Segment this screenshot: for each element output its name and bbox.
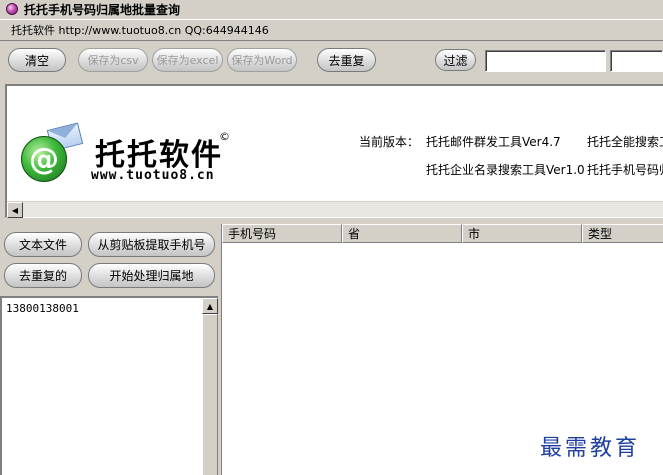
grid-header: 手机号码 省 市 类型: [222, 224, 663, 243]
filter-input-1[interactable]: [485, 50, 606, 72]
text-file-button[interactable]: 文本文件: [4, 232, 82, 257]
numbers-textarea[interactable]: 13800138001 ▲: [0, 296, 218, 475]
scroll-up-arrow-icon[interactable]: ▲: [202, 298, 218, 314]
vertical-scrollbar[interactable]: ▲: [202, 298, 218, 475]
info-text: 托托软件 http://www.tuotuo8.cn QQ:644944146: [11, 24, 269, 37]
filter-input-2[interactable]: [610, 50, 663, 72]
product-link[interactable]: 托托手机号码归: [587, 161, 663, 178]
column-header-city[interactable]: 市: [462, 224, 582, 243]
clipboard-extract-button[interactable]: 从剪贴板提取手机号: [88, 232, 215, 257]
column-header-type[interactable]: 类型: [582, 224, 663, 243]
column-header-phone[interactable]: 手机号码: [222, 224, 342, 243]
info-bar: 托托软件 http://www.tuotuo8.cn QQ:644944146: [0, 19, 663, 41]
dedupe-list-button[interactable]: 去重复的: [4, 263, 82, 288]
banner-panel: @ 托托软件 © www.tuotuo8.cn 当前版本： 托托邮件群发工具Ve…: [5, 84, 663, 218]
scroll-thumb[interactable]: [202, 314, 218, 475]
column-header-province[interactable]: 省: [342, 224, 462, 243]
product-link[interactable]: 托托全能搜索工: [587, 133, 663, 150]
window-title: 托托手机号码归属地批量查询: [24, 2, 181, 17]
toolbar: 清空 保存为csv 保存为excel 保存为Word 去重复 过滤: [0, 42, 663, 80]
product-link[interactable]: 托托邮件群发工具Ver4.7: [426, 133, 561, 150]
app-icon: [6, 3, 18, 15]
scroll-left-arrow-icon[interactable]: ◀: [7, 202, 23, 218]
save-word-button[interactable]: 保存为Word: [227, 48, 297, 72]
dedupe-button[interactable]: 去重复: [317, 48, 376, 72]
watermark-text: 最需教育: [540, 436, 641, 461]
copyright-mark: ©: [219, 130, 230, 143]
brand-url: www.tuotuo8.cn: [91, 168, 215, 183]
left-panel: 文本文件 从剪贴板提取手机号 去重复的 开始处理归属地 13800138001 …: [0, 224, 220, 475]
version-label: 当前版本：: [359, 135, 420, 149]
clear-button[interactable]: 清空: [8, 48, 66, 72]
at-mail-logo-icon: @: [21, 136, 67, 182]
horizontal-scrollbar[interactable]: ◀: [7, 201, 663, 218]
save-excel-button[interactable]: 保存为excel: [152, 48, 223, 72]
product-link[interactable]: 托托企业名录搜索工具Ver1.0: [426, 161, 585, 178]
title-bar: 托托手机号码归属地批量查询: [0, 0, 663, 18]
start-process-button[interactable]: 开始处理归属地: [88, 263, 215, 288]
save-csv-button[interactable]: 保存为csv: [78, 48, 148, 72]
filter-button[interactable]: 过滤: [435, 49, 476, 71]
numbers-text: 13800138001: [6, 302, 79, 315]
